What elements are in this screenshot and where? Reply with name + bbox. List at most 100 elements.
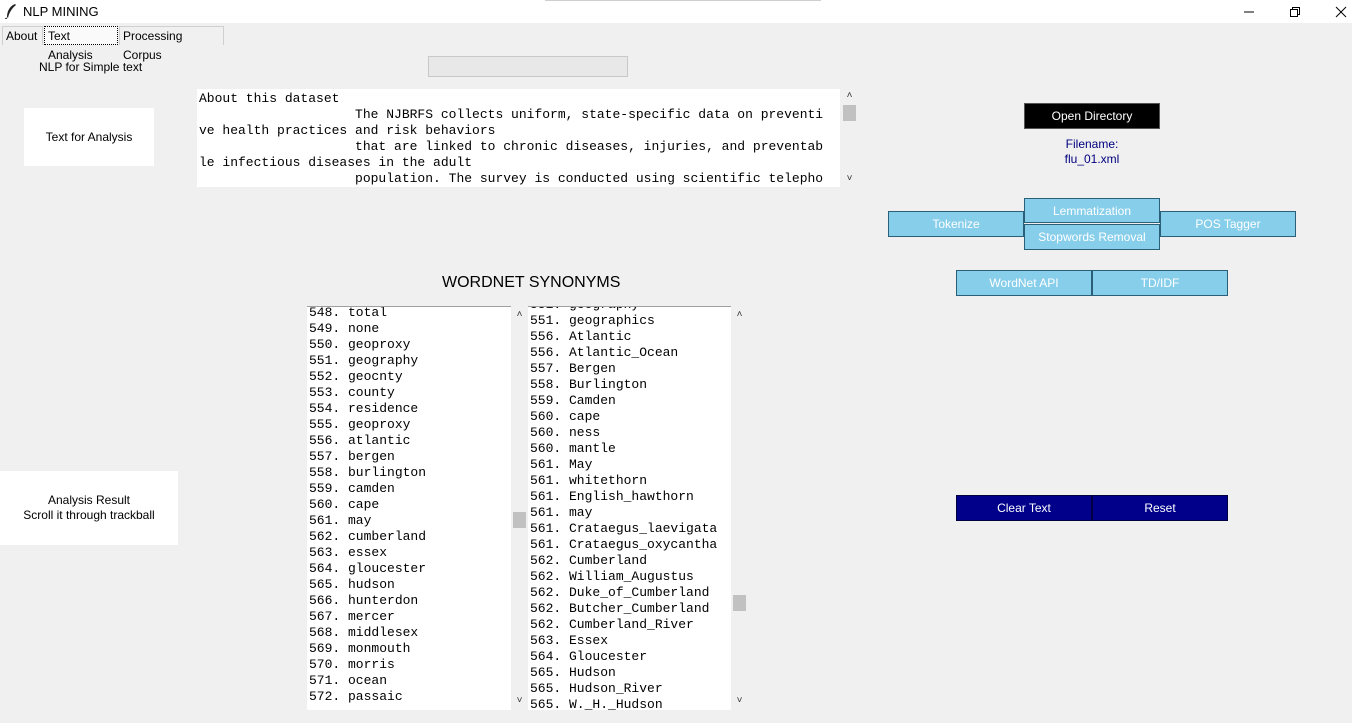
tokenize-button[interactable]: Tokenize xyxy=(888,211,1024,237)
list-item[interactable]: 569. monmouth xyxy=(309,641,511,657)
list-item[interactable]: 564. gloucester xyxy=(309,561,511,577)
list-item[interactable]: 572. passaic xyxy=(309,689,511,705)
list-item[interactable]: 561. may xyxy=(309,513,511,529)
scrollbar-thumb[interactable] xyxy=(843,105,856,121)
list-item[interactable]: 549. none xyxy=(309,321,511,337)
list-item[interactable]: 554. residence xyxy=(309,401,511,417)
analysis-text-area[interactable]: About this dataset The NJBRFS collects u… xyxy=(197,89,840,187)
lemmatization-button[interactable]: Lemmatization xyxy=(1024,198,1160,223)
text-line: le infectious diseases in the adult xyxy=(199,155,473,170)
list-item[interactable]: 562. William_Augustus xyxy=(530,569,731,585)
analysis-result-label: Analysis Result Scroll it through trackb… xyxy=(0,471,178,545)
up-arrow-icon[interactable]: ˄ xyxy=(841,89,858,103)
tokens-listbox[interactable]: 548. total 549. none 550. geoproxy 551. geo… xyxy=(307,306,511,710)
list-item[interactable]: 561. English_hawthorn xyxy=(530,489,731,505)
up-arrow-icon[interactable]: ˄ xyxy=(731,308,748,322)
filename-info: Filename: flu_01.xml xyxy=(1024,137,1160,167)
list-item[interactable]: 557. bergen xyxy=(309,449,511,465)
list-item[interactable]: 560. ness xyxy=(530,425,731,441)
restore-button[interactable] xyxy=(1272,0,1318,23)
list-item[interactable]: 566. hunterdon xyxy=(309,593,511,609)
list-item[interactable]: 562. Duke_of_Cumberland xyxy=(530,585,731,601)
list-item[interactable]: 562. Cumberland xyxy=(530,553,731,569)
list-item[interactable]: 562. Cumberland_River xyxy=(530,617,731,633)
list-item[interactable]: 559. Camden xyxy=(530,393,731,409)
list-item[interactable]: 568. middlesex xyxy=(309,625,511,641)
list-item[interactable]: 559. camden xyxy=(309,481,511,497)
list-item[interactable]: 561. Crataegus_oxycantha xyxy=(530,537,731,553)
text-line: About this dataset xyxy=(199,91,340,106)
list-item[interactable]: 561. May xyxy=(530,457,731,473)
down-arrow-icon[interactable]: ˅ xyxy=(841,172,858,186)
text-for-analysis-label: Text for Analysis xyxy=(24,108,154,166)
list-item[interactable]: 551. geographics xyxy=(530,313,731,329)
list-item[interactable]: 551. geography xyxy=(309,353,511,369)
pos-tagger-button[interactable]: POS Tagger xyxy=(1160,211,1296,237)
list-item[interactable]: 565. Hudson xyxy=(530,665,731,681)
list-item[interactable]: 557. Bergen xyxy=(530,361,731,377)
simple-text-label: NLP for Simple text xyxy=(39,60,143,74)
list-item[interactable]: 556. Atlantic_Ocean xyxy=(530,345,731,361)
reset-button[interactable]: Reset xyxy=(1092,495,1228,521)
tab-processing-corpus[interactable]: Processing Corpus xyxy=(119,26,224,62)
list-item[interactable]: 560. cape xyxy=(530,409,731,425)
tokens-scrollbar[interactable]: ˄ ˅ xyxy=(511,306,528,709)
analysis-text-scrollbar[interactable]: ˄ ˅ xyxy=(841,89,858,187)
stopwords-removal-button[interactable]: Stopwords Removal xyxy=(1024,224,1160,250)
list-item[interactable]: 561. whitethorn xyxy=(530,473,731,489)
synonyms-listbox[interactable]: 551. geography551. geographics556. Atlan… xyxy=(528,306,731,710)
up-arrow-icon[interactable]: ˄ xyxy=(511,308,528,322)
tab-about[interactable]: About xyxy=(2,26,43,45)
list-item[interactable]: 561. Crataegus_laevigata xyxy=(530,521,731,537)
list-item[interactable]: 570. morris xyxy=(309,657,511,673)
synonyms-scrollbar[interactable]: ˄ ˅ xyxy=(731,306,748,709)
close-icon xyxy=(1335,6,1347,17)
list-item[interactable]: 563. Essex xyxy=(530,633,731,649)
list-item[interactable]: 548. total xyxy=(309,307,511,321)
title-divider xyxy=(545,0,821,1)
text-line: The NJBRFS collects uniform, state-speci… xyxy=(199,107,824,122)
list-item[interactable]: 560. cape xyxy=(309,497,511,513)
text-line: population. The survey is conducted usin… xyxy=(199,171,824,186)
text-line: that are linked to chronic diseases, inj… xyxy=(199,139,824,154)
minimize-button[interactable] xyxy=(1226,0,1272,23)
simple-text-entry[interactable] xyxy=(428,56,628,77)
tdidf-button[interactable]: TD/IDF xyxy=(1092,270,1228,296)
list-item[interactable]: 556. Atlantic xyxy=(530,329,731,345)
list-item[interactable]: 565. W._H._Hudson xyxy=(530,697,731,710)
minimize-icon xyxy=(1244,11,1254,12)
list-item[interactable]: 567. mercer xyxy=(309,609,511,625)
scrollbar-thumb[interactable] xyxy=(513,512,526,528)
list-item[interactable]: 558. burlington xyxy=(309,465,511,481)
list-item[interactable]: 558. Burlington xyxy=(530,377,731,393)
list-item[interactable]: 565. Hudson_River xyxy=(530,681,731,697)
tokens-list-content: 548. total 549. none 550. geoproxy 551. geo… xyxy=(307,307,511,705)
list-item[interactable]: 565. hudson xyxy=(309,577,511,593)
down-arrow-icon[interactable]: ˅ xyxy=(511,694,528,708)
clear-text-button[interactable]: Clear Text xyxy=(956,495,1092,521)
close-button[interactable] xyxy=(1318,0,1352,23)
list-item[interactable]: 556. atlantic xyxy=(309,433,511,449)
filename-value: flu_01.xml xyxy=(1064,152,1120,166)
list-item[interactable]: 550. geoproxy xyxy=(309,337,511,353)
text-line: ve health practices and risk behaviors xyxy=(199,123,496,138)
scrollbar-thumb[interactable] xyxy=(733,595,746,611)
list-item[interactable]: 562. Butcher_Cumberland xyxy=(530,601,731,617)
down-arrow-icon[interactable]: ˅ xyxy=(731,694,748,708)
analysis-result-title: Analysis Result xyxy=(47,493,131,507)
list-item[interactable]: 560. mantle xyxy=(530,441,731,457)
list-item[interactable]: 562. cumberland xyxy=(309,529,511,545)
window-title: NLP MINING xyxy=(23,4,99,19)
open-directory-button[interactable]: Open Directory xyxy=(1024,103,1160,129)
list-item[interactable]: 571. ocean xyxy=(309,673,511,689)
list-item[interactable]: 563. essex xyxy=(309,545,511,561)
list-item[interactable]: 561. may xyxy=(530,505,731,521)
list-item[interactable]: 551. geography xyxy=(530,307,731,313)
list-item[interactable]: 552. geocnty xyxy=(309,369,511,385)
filename-label: Filename: xyxy=(1065,137,1119,151)
list-item[interactable]: 564. Gloucester xyxy=(530,649,731,665)
tab-text-analysis[interactable]: Text Analysis xyxy=(44,26,118,62)
list-item[interactable]: 553. county xyxy=(309,385,511,401)
wordnet-api-button[interactable]: WordNet API xyxy=(956,270,1092,296)
list-item[interactable]: 555. geoproxy xyxy=(309,417,511,433)
